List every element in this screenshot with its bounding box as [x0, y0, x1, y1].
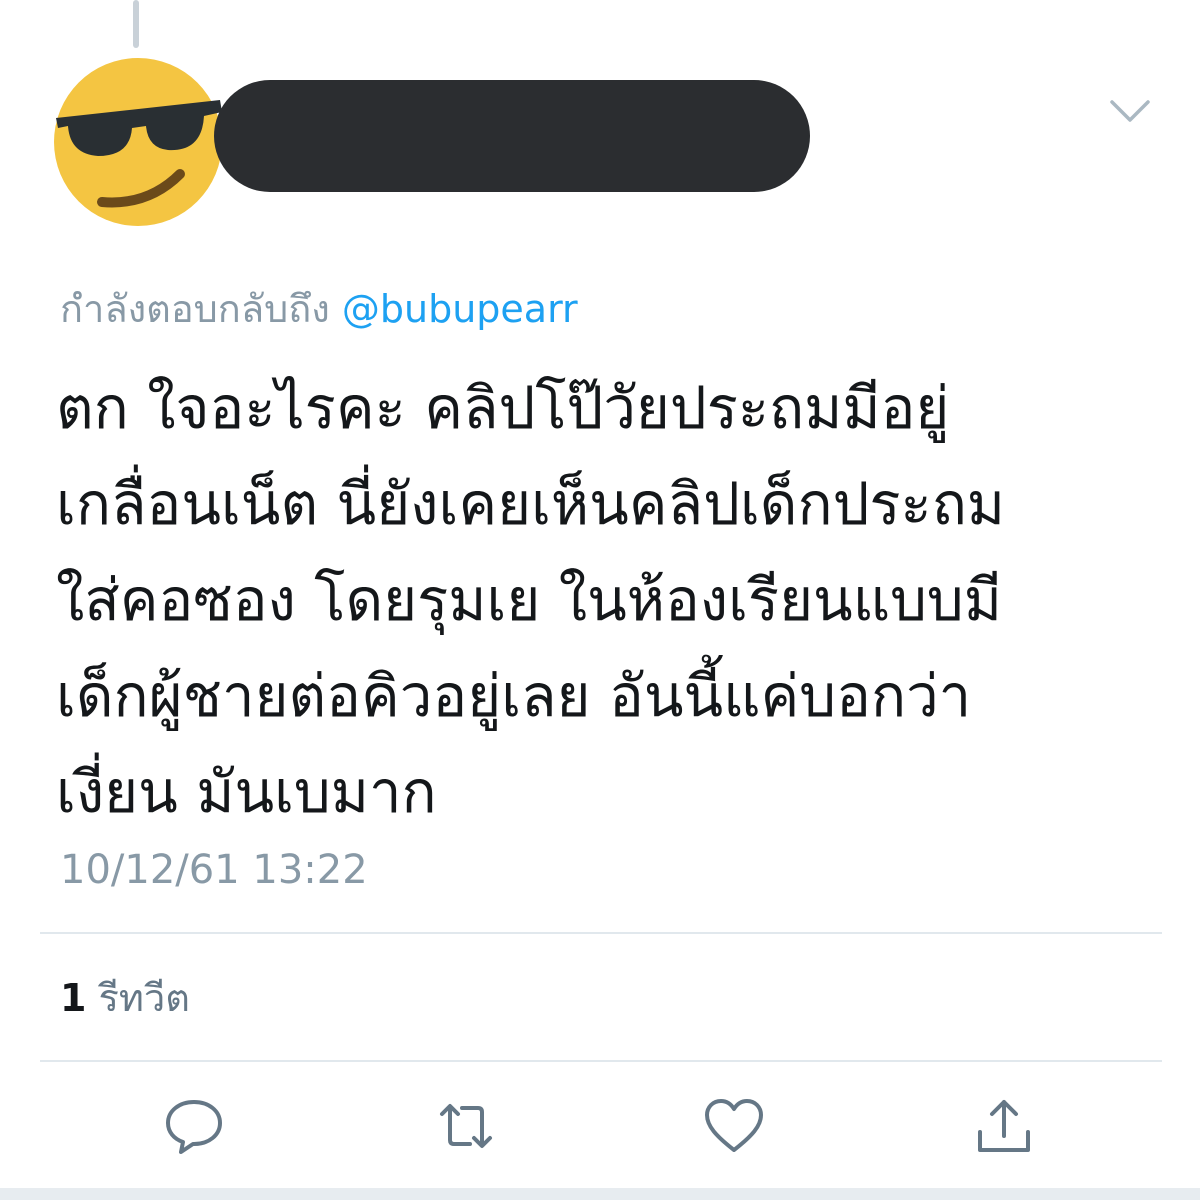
tweet-timestamp: 10/12/61 13:22: [60, 847, 368, 893]
divider: [40, 932, 1162, 934]
like-icon: [705, 1099, 763, 1152]
like-button[interactable]: [702, 1094, 766, 1158]
tweet-action-bar: [0, 1094, 1200, 1158]
chevron-down-icon[interactable]: [1108, 96, 1152, 126]
retweet-count-label: รีทวีต: [98, 976, 190, 1020]
sunglasses-emoji-icon: [54, 58, 222, 226]
retweet-count: 1: [60, 976, 87, 1020]
redacted-display-name: [214, 80, 810, 192]
retweet-button[interactable]: [434, 1094, 498, 1158]
reply-icon: [166, 1100, 222, 1154]
reply-button[interactable]: [162, 1094, 226, 1158]
bottom-edge-strip: [0, 1188, 1200, 1200]
share-icon: [978, 1100, 1030, 1152]
share-button[interactable]: [972, 1094, 1036, 1158]
thread-connector-line: [133, 0, 139, 48]
avatar[interactable]: [52, 56, 224, 228]
retweet-stats-link[interactable]: 1 รีทวีต: [60, 968, 190, 1028]
replying-to-prefix: กำลังตอบกลับถึง: [60, 287, 330, 331]
replying-to-handle-link[interactable]: @bubupearr: [342, 287, 578, 331]
retweet-icon: [440, 1104, 492, 1148]
divider: [40, 1060, 1162, 1062]
tweet-text: ตก ใจอะไรคะ คลิปโป๊วัยประถมมีอยู่ เกลื่อ…: [56, 374, 1006, 826]
replying-to-line: กำลังตอบกลับถึง @bubupearr: [60, 282, 578, 336]
